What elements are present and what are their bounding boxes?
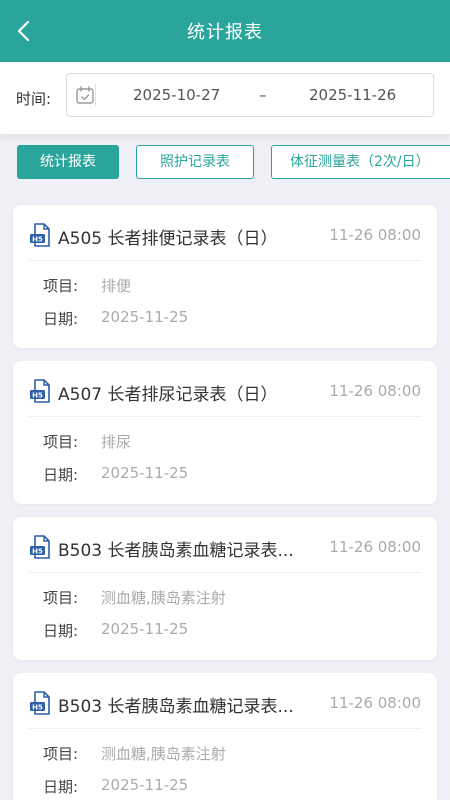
date-filter-bar: 时间: 2025-10-27 – 2025-11-26 (0, 62, 450, 134)
divider (29, 572, 421, 573)
item-value: 测血糖,胰岛素注射 (101, 589, 226, 607)
h5-document-icon: H5 (30, 691, 50, 715)
record-card[interactable]: H5 B503 长者胰岛素血糖记录表... 11-26 08:00 项目: 测血… (13, 673, 437, 800)
chevron-left-icon[interactable] (14, 19, 36, 43)
date-value: 2025-11-25 (101, 464, 189, 482)
divider (29, 260, 421, 261)
divider (29, 416, 421, 417)
date-value: 2025-11-25 (101, 620, 189, 638)
record-title: B503 长者胰岛素血糖记录表... (58, 541, 294, 561)
date-label: 日期: (43, 466, 79, 484)
date-label: 日期: (43, 778, 79, 796)
record-time: 11-26 08:00 (329, 226, 421, 244)
divider (29, 728, 421, 729)
record-title: A505 长者排便记录表（日） (58, 229, 278, 249)
date-range-picker[interactable]: 2025-10-27 – 2025-11-26 (66, 73, 434, 117)
record-title: B503 长者胰岛素血糖记录表... (58, 697, 294, 717)
end-date[interactable]: 2025-11-26 (309, 86, 396, 104)
start-date[interactable]: 2025-10-27 (133, 86, 220, 104)
h5-document-icon: H5 (30, 379, 50, 403)
date-picker-divider (95, 84, 96, 106)
date-range-separator: – (259, 86, 267, 104)
record-card[interactable]: H5 A507 长者排尿记录表（日） 11-26 08:00 项目: 排尿 日期… (13, 361, 437, 504)
record-time: 11-26 08:00 (329, 382, 421, 400)
top-bar: 统计报表 (0, 0, 450, 62)
item-label: 项目: (43, 277, 79, 295)
h5-document-icon: H5 (30, 535, 50, 559)
page-title: 统计报表 (187, 22, 263, 43)
item-label: 项目: (43, 745, 79, 763)
record-time: 11-26 08:00 (329, 694, 421, 712)
record-title: A507 长者排尿记录表（日） (58, 385, 278, 405)
record-card[interactable]: H5 B503 长者胰岛素血糖记录表... 11-26 08:00 项目: 测血… (13, 517, 437, 660)
item-label: 项目: (43, 589, 79, 607)
record-time: 11-26 08:00 (329, 538, 421, 556)
item-label: 项目: (43, 433, 79, 451)
date-value: 2025-11-25 (101, 776, 189, 794)
svg-text:H5: H5 (32, 703, 43, 711)
svg-text:H5: H5 (32, 391, 43, 399)
record-card[interactable]: H5 A505 长者排便记录表（日） 11-26 08:00 项目: 排便 日期… (13, 205, 437, 348)
date-value: 2025-11-25 (101, 308, 189, 326)
item-value: 排尿 (101, 433, 132, 451)
date-filter-label: 时间: (16, 90, 52, 108)
svg-text:H5: H5 (32, 547, 43, 555)
date-label: 日期: (43, 622, 79, 640)
item-value: 排便 (101, 277, 132, 295)
calendar-icon (76, 86, 94, 104)
svg-text:H5: H5 (32, 235, 43, 243)
tab-statistics-report[interactable]: 统计报表 (17, 145, 119, 179)
item-value: 测血糖,胰岛素注射 (101, 745, 226, 763)
tab-vital-signs[interactable]: 体征测量表（2次/日） (271, 145, 450, 179)
report-tabs: 统计报表 照护记录表 体征测量表（2次/日） (0, 145, 450, 181)
tab-care-record[interactable]: 照护记录表 (136, 145, 254, 179)
h5-document-icon: H5 (30, 223, 50, 247)
date-label: 日期: (43, 310, 79, 328)
